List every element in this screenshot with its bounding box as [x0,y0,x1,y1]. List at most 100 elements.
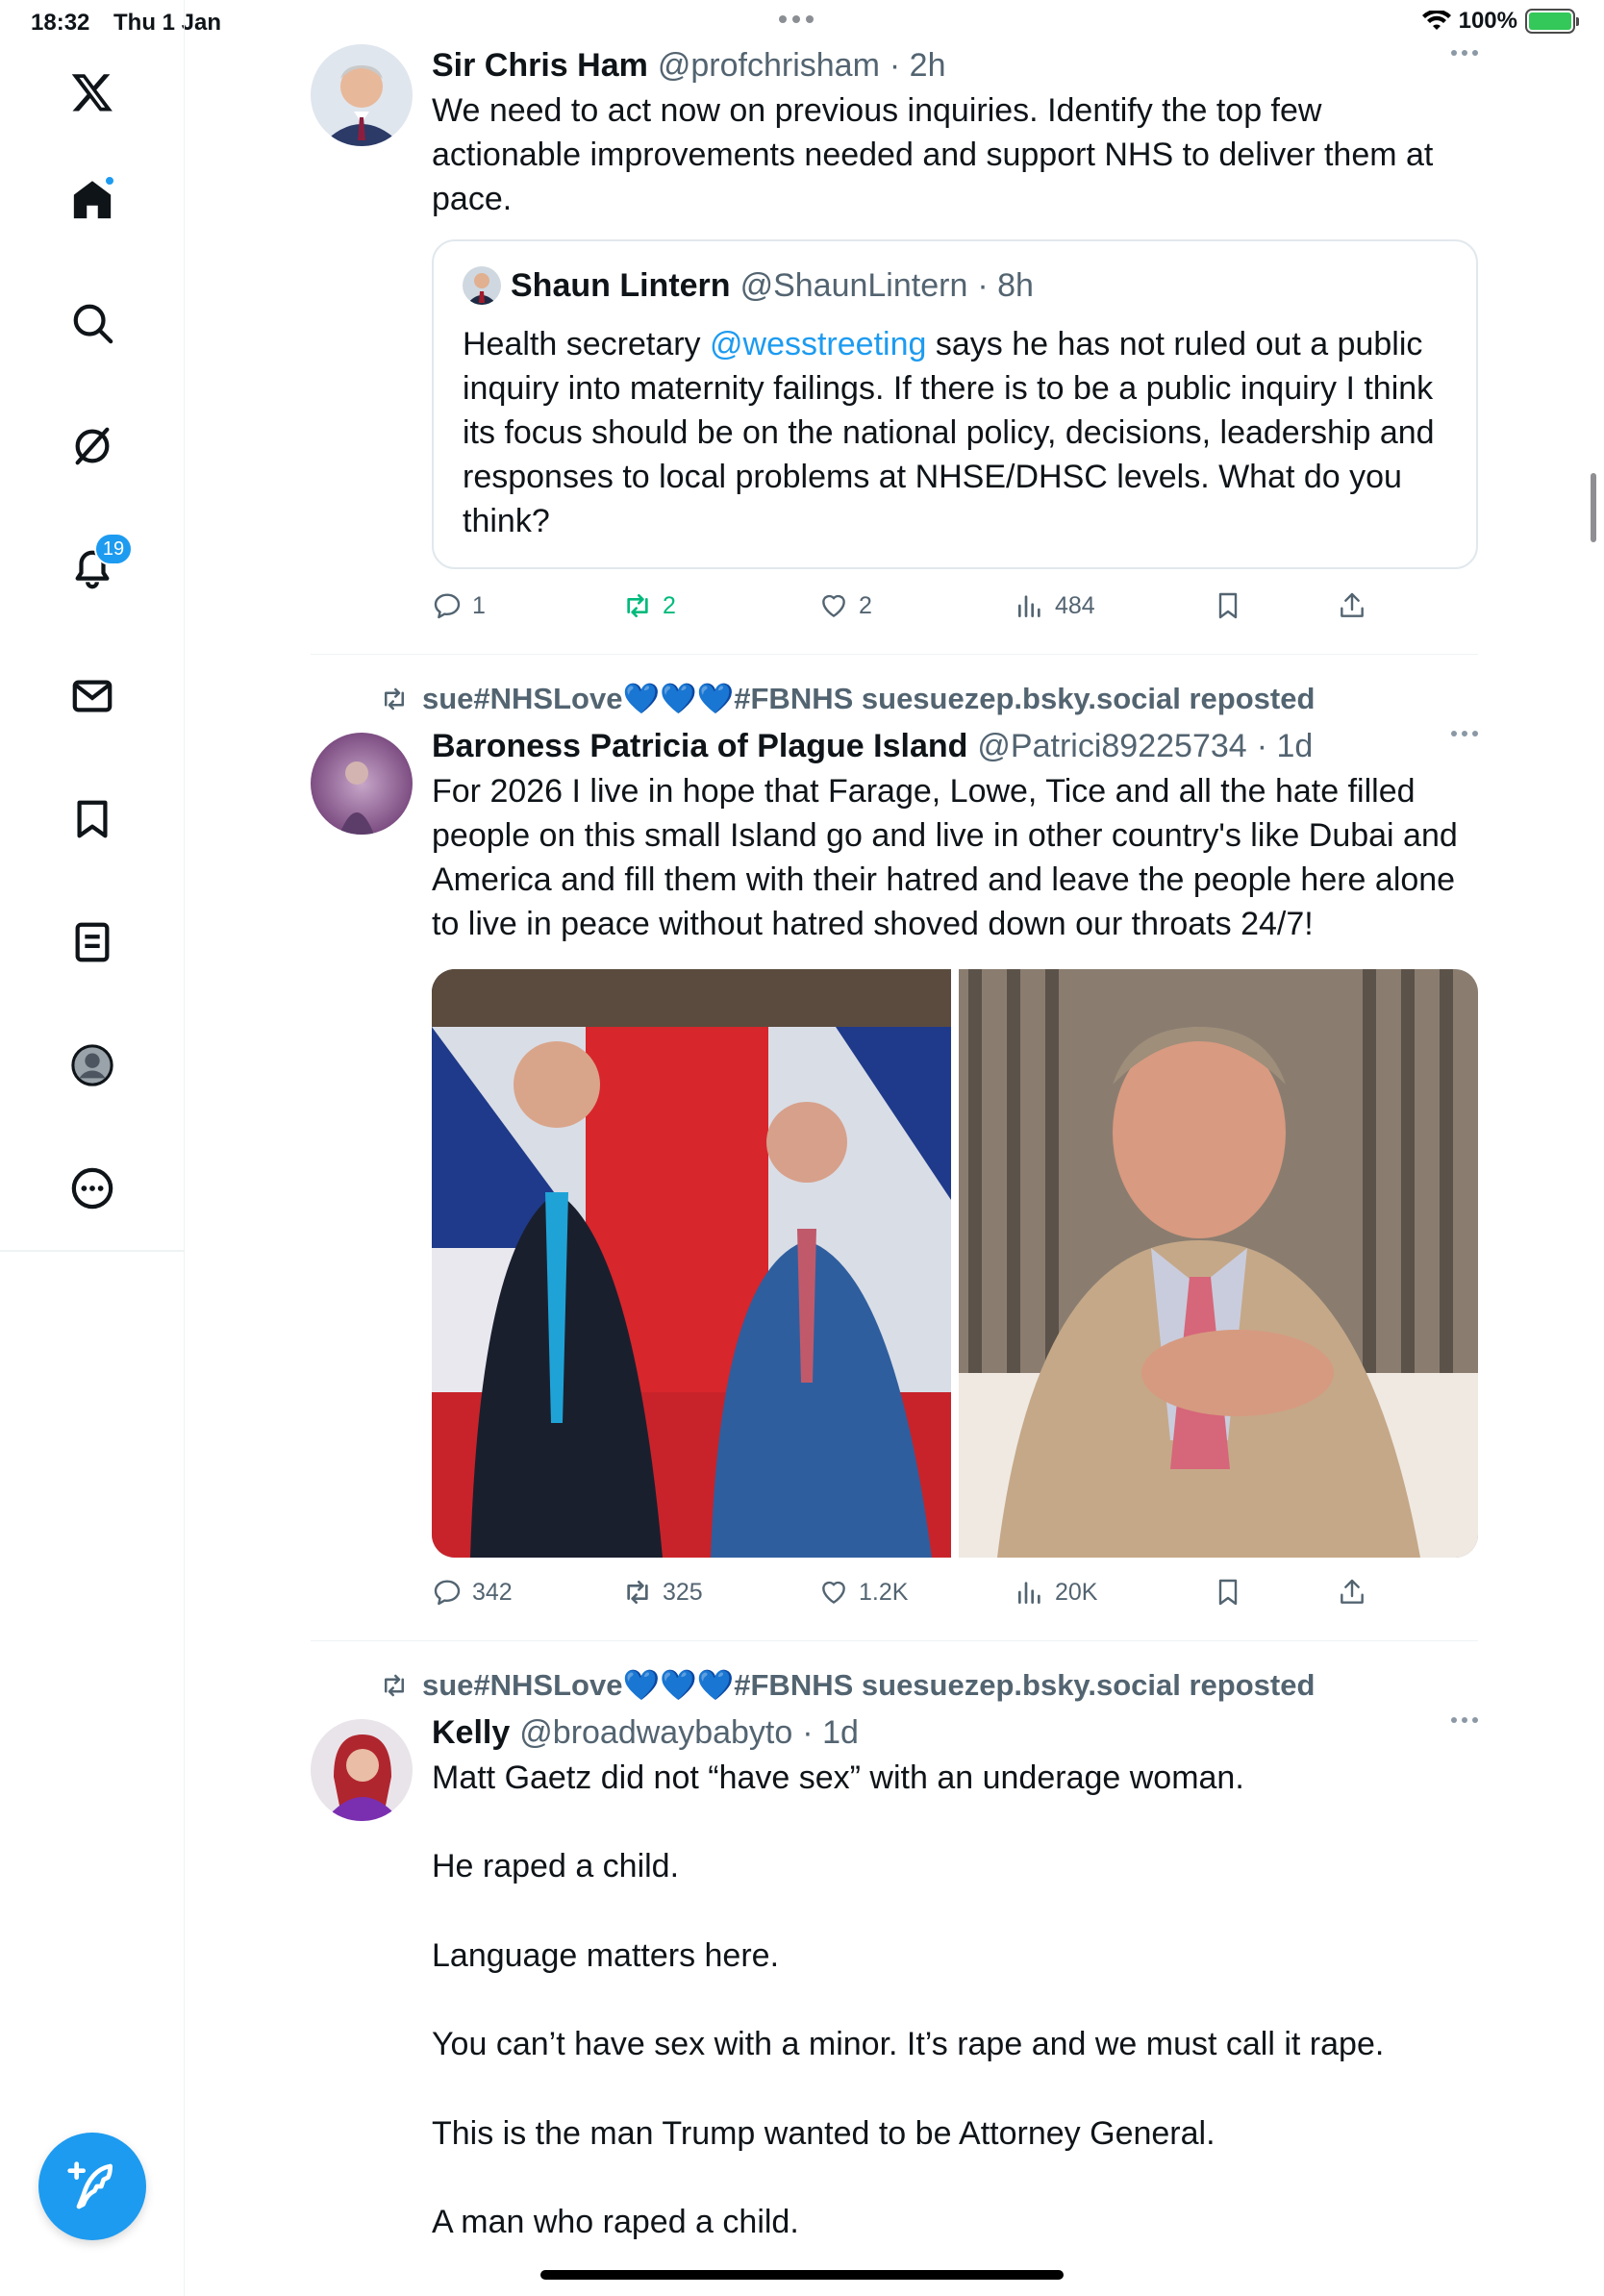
quote-author-name: Shaun Lintern [511,266,731,304]
like-button[interactable]: 2 [818,590,872,621]
views-button[interactable]: 20K [1015,1577,1097,1608]
tweet-header: Sir Chris Ham @profchrisham · 2h [432,44,1478,87]
reply-count: 1 [472,591,486,619]
bookmark-button[interactable] [1213,1577,1243,1608]
status-bar: 18:32 Thu 1 Jan 100% [0,0,1604,46]
scrollbar[interactable] [1591,473,1596,542]
bookmark-icon[interactable] [63,790,121,848]
battery-percent: 100% [1458,8,1517,34]
view-count: 484 [1055,591,1095,619]
repost-count: 325 [663,1578,703,1606]
repost-icon [627,1581,648,1604]
repost-icon [385,1674,404,1696]
repost-label[interactable]: sue#NHSLove💙💙💙#FBNHS suesuezep.bsky.soci… [422,1667,1315,1703]
home-notification-dot [104,175,115,187]
author-name[interactable]: Sir Chris Ham [432,44,648,87]
notifications-badge: 19 [94,533,133,565]
tweet-header: Kelly @broadwaybabyto · 1d [432,1711,1478,1754]
share-icon [1341,1579,1364,1604]
repost-button[interactable]: 325 [622,1577,703,1608]
repost-count: 2 [663,591,676,619]
author-name[interactable]: Kelly [432,1711,510,1754]
mention-link[interactable]: @wesstreeting [710,326,926,362]
repost-icon [627,594,648,617]
reply-count: 342 [472,1578,513,1606]
tweet-separator [311,654,1478,655]
tweet-text: Matt Gaetz did not “have sex” with an un… [432,1759,1385,2241]
view-count: 20K [1055,1578,1098,1606]
heart-icon [822,594,845,617]
x-logo-icon[interactable] [63,63,121,121]
repost-button[interactable]: 2 [622,590,676,621]
share-button[interactable] [1337,1577,1367,1608]
multitasking-dots-icon[interactable] [779,15,814,23]
wifi-icon [1421,11,1451,30]
like-count: 2 [859,591,872,619]
views-icon [1018,595,1040,617]
more-options-icon[interactable] [1451,1717,1478,1723]
reply-button[interactable]: 342 [432,1577,513,1608]
tweet-text: We need to act now on previous inquiries… [432,92,1442,217]
bookmark-icon [1218,592,1238,619]
quote-text-part: Health secretary [463,326,710,362]
tweet-actions: 1 2 2 484 [432,590,1478,629]
repost-label[interactable]: sue#NHSLove💙💙💙#FBNHS suesuezep.bsky.soci… [422,681,1315,716]
tweet-time[interactable]: · 1d [802,1711,859,1754]
sidebar: 19 [0,0,185,2296]
compose-icon [67,2161,113,2209]
author-handle[interactable]: @broadwaybabyto [519,1711,792,1754]
tweet-header: Baroness Patricia of Plague Island @Patr… [432,725,1478,767]
quote-avatar [463,266,501,305]
tweet-time[interactable]: · 2h [890,44,946,87]
compose-button[interactable] [38,2133,146,2240]
reply-button[interactable]: 1 [432,590,486,621]
like-button[interactable]: 1.2K [818,1577,908,1608]
more-options-icon[interactable] [1451,50,1478,56]
repost-icon [385,687,404,710]
media-image-2[interactable] [959,969,1478,1558]
quote-text: Health secretary @wesstreeting says he h… [463,322,1463,543]
repost-indicator: sue#NHSLove💙💙💙#FBNHS suesuezep.bsky.soci… [380,1667,1315,1703]
quote-tweet-wrapper[interactable]: Shaun Lintern @ShaunLintern · 8h Health … [432,239,1478,569]
repost-indicator: sue#NHSLove💙💙💙#FBNHS suesuezep.bsky.soci… [380,681,1315,716]
bookmark-icon [1218,1579,1238,1606]
avatar[interactable] [311,44,413,146]
tweet-time[interactable]: · 1d [1257,725,1314,767]
author-handle[interactable]: @profchrisham [658,44,880,87]
tweet-actions: 342 325 1.2K 20K [432,1577,1478,1615]
profile-icon[interactable] [63,1036,121,1094]
reply-icon [434,593,461,619]
status-indicators: 100% [1421,8,1579,35]
quote-author-handle: @ShaunLintern [739,266,968,304]
avatar[interactable] [311,733,413,835]
battery-icon [1525,9,1579,34]
author-name[interactable]: Baroness Patricia of Plague Island [432,725,967,767]
avatar[interactable] [311,1719,413,1821]
tweet-separator [311,1640,1478,1641]
tweet-media[interactable] [432,969,1478,1558]
list-icon[interactable] [63,913,121,971]
home-icon[interactable] [63,171,121,229]
search-icon[interactable] [63,294,121,352]
media-image-1[interactable] [432,969,951,1558]
reply-icon [434,1580,461,1606]
more-options-icon[interactable] [1451,731,1478,736]
quote-tweet[interactable]: Shaun Lintern @ShaunLintern · 8h Health … [432,239,1478,569]
views-button[interactable]: 484 [1015,590,1095,621]
share-button[interactable] [1337,590,1367,621]
quote-time: · 8h [977,266,1034,304]
like-count: 1.2K [859,1578,909,1606]
author-handle[interactable]: @Patrici89225734 [977,725,1246,767]
bell-icon[interactable]: 19 [63,533,133,598]
tweet-text: For 2026 I live in hope that Farage, Low… [432,773,1466,942]
quote-header: Shaun Lintern @ShaunLintern · 8h [463,266,1034,305]
home-indicator[interactable] [540,2270,1064,2280]
grok-icon[interactable] [63,417,121,475]
views-icon [1018,1582,1040,1604]
more-circle-icon[interactable] [63,1160,121,1217]
share-icon [1341,592,1364,617]
bookmark-button[interactable] [1213,590,1243,621]
sidebar-divider [0,1250,185,1252]
envelope-icon[interactable] [63,667,121,725]
heart-icon [822,1581,845,1604]
